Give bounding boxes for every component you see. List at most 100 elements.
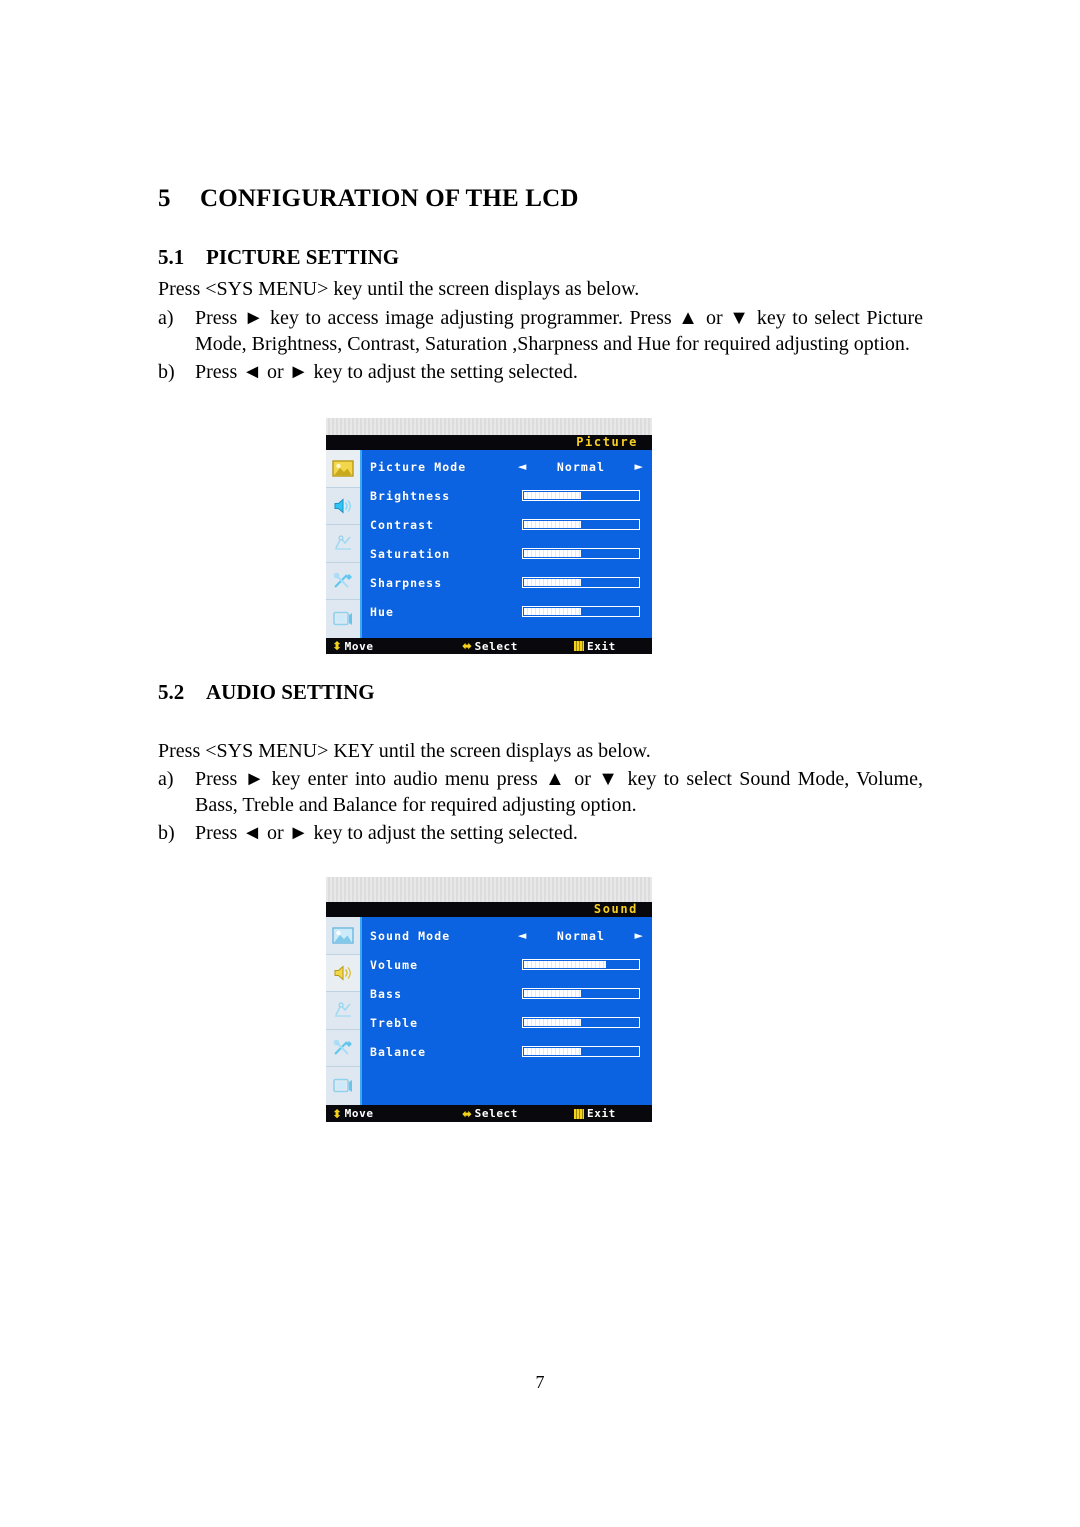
osd-slider-fill (524, 1048, 581, 1055)
osd-body: Sound Mode ◄ Normal ► Volume Bass Treble… (326, 917, 652, 1105)
osd-footer-hints: ⬍ Move ⬌ Select Exit (326, 1105, 652, 1122)
step-item: b) Press ◄ or ► key to adjust the settin… (158, 820, 923, 846)
left-arrow-icon[interactable]: ◄ (518, 461, 528, 472)
rail-item-function[interactable] (326, 525, 360, 563)
chapter-title: CONFIGURATION OF THE LCD (200, 185, 579, 212)
osd-slider-fill (524, 550, 581, 557)
hint-exit-label: Exit (587, 639, 616, 653)
hint-select-label: Select (474, 1107, 518, 1120)
osd-slider-fill (524, 990, 581, 997)
osd-icon-rail (326, 917, 362, 1105)
osd-footer-hints: ⬍ Move ⬌ Select Exit (326, 638, 652, 654)
osd-slider[interactable] (522, 548, 640, 559)
step-item: a) Press ► key enter into audio menu pre… (158, 766, 923, 818)
osd-slider[interactable] (522, 959, 640, 970)
osd-slider-fill (524, 608, 581, 615)
rail-item-display[interactable] (326, 1067, 360, 1105)
rail-item-picture[interactable] (326, 917, 360, 955)
osd-value-text: Normal (556, 928, 605, 943)
osd-row-contrast[interactable]: Contrast (370, 512, 644, 537)
menu-key-icon (574, 1108, 584, 1119)
osd-slider-fill (524, 579, 581, 586)
osd-row-label: Balance (370, 1044, 427, 1059)
osd-screenshot-sound: Sound Sound Mode ◄ Normal ► Volume Bass … (326, 877, 652, 1122)
osd-row-label: Picture Mode (370, 459, 467, 474)
section-heading-picture: 5.1 PICTURE SETTING (158, 245, 923, 270)
page-number: 7 (535, 1372, 545, 1392)
hint-select-label: Select (474, 639, 518, 653)
rail-item-sound[interactable] (326, 954, 360, 993)
osd-row-volume[interactable]: Volume (370, 952, 644, 977)
osd-slider[interactable] (522, 490, 640, 501)
osd-slider[interactable] (522, 606, 640, 617)
sound-icon (332, 964, 354, 982)
osd-row-label: Sharpness (370, 575, 443, 590)
osd-slider-fill (524, 521, 581, 528)
hint-exit[interactable]: Exit (574, 1107, 616, 1120)
leftright-arrow-icon: ⬌ (462, 639, 473, 653)
osd-row-label: Brightness (370, 488, 451, 503)
hint-exit-label: Exit (587, 1107, 616, 1120)
function-icon (332, 534, 354, 552)
osd-row-value[interactable]: ◄ Normal ► (518, 460, 644, 474)
osd-rows: Sound Mode ◄ Normal ► Volume Bass Treble… (362, 917, 652, 1105)
osd-row-label: Hue (370, 604, 395, 619)
osd-rows: Picture Mode ◄ Normal ► Brightness Contr… (362, 450, 652, 638)
osd-row-label: Contrast (370, 517, 435, 532)
hint-exit[interactable]: Exit (574, 640, 616, 653)
hint-select[interactable]: ⬌ Select (462, 640, 518, 653)
hint-move[interactable]: ⬍ Move (332, 1107, 374, 1120)
steps-list-picture: a) Press ► key to access image adjusting… (158, 305, 923, 385)
step-item: b) Press ◄ or ► key to adjust the settin… (158, 359, 923, 385)
rail-item-sound[interactable] (326, 488, 360, 526)
hint-select[interactable]: ⬌ Select (462, 1107, 518, 1120)
step-text: Press ► key enter into audio menu press … (195, 768, 923, 817)
osd-row-brightness[interactable]: Brightness (370, 483, 644, 508)
osd-row-hue[interactable]: Hue (370, 599, 644, 624)
rail-item-tools[interactable] (326, 1030, 360, 1068)
rail-item-picture[interactable] (326, 450, 360, 488)
osd-title-bar: Picture (326, 435, 652, 450)
osd-slider[interactable] (522, 988, 640, 999)
chapter-heading: 5 CONFIGURATION OF THE LCD (158, 185, 923, 213)
osd-row-sharpness[interactable]: Sharpness (370, 570, 644, 595)
right-arrow-icon[interactable]: ► (634, 930, 644, 941)
hint-move-label: Move (344, 639, 374, 653)
leftright-arrow-icon: ⬌ (462, 1106, 473, 1121)
osd-slider-fill (524, 1019, 581, 1026)
osd-row-bass[interactable]: Bass (370, 981, 644, 1006)
step-marker: a) (158, 768, 174, 791)
function-icon (332, 1001, 354, 1019)
osd-slider[interactable] (522, 1046, 640, 1057)
step-text: Press ◄ or ► key to adjust the setting s… (195, 360, 578, 383)
left-arrow-icon[interactable]: ◄ (518, 930, 528, 941)
osd-row-label: Volume (370, 957, 419, 972)
osd-row-value[interactable]: ◄ Normal ► (518, 929, 644, 943)
section-heading-audio: 5.2 AUDIO SETTING (158, 680, 923, 705)
right-arrow-icon[interactable]: ► (634, 461, 644, 472)
osd-photo-noise-strip (326, 418, 652, 435)
osd-row-sound-mode[interactable]: Sound Mode ◄ Normal ► (370, 923, 644, 948)
hint-move[interactable]: ⬍ Move (332, 640, 374, 653)
osd-row-saturation[interactable]: Saturation (370, 541, 644, 566)
osd-slider[interactable] (522, 577, 640, 588)
rail-item-function[interactable] (326, 992, 360, 1030)
display-icon (332, 610, 354, 628)
osd-slider[interactable] (522, 1017, 640, 1028)
osd-slider[interactable] (522, 519, 640, 530)
section-number: 5.2 (158, 679, 185, 704)
osd-row-picture-mode[interactable]: Picture Mode ◄ Normal ► (370, 454, 644, 479)
osd-photo-noise-strip (326, 877, 652, 902)
rail-item-tools[interactable] (326, 563, 360, 601)
osd-row-treble[interactable]: Treble (370, 1010, 644, 1035)
section-title: AUDIO SETTING (206, 679, 375, 704)
osd-row-balance[interactable]: Balance (370, 1039, 644, 1064)
step-marker: b) (158, 822, 175, 845)
osd-row-label: Treble (370, 1015, 419, 1030)
osd-body: Picture Mode ◄ Normal ► Brightness Contr… (326, 450, 652, 638)
chapter-number: 5 (158, 185, 171, 212)
updown-arrow-icon: ⬍ (332, 1106, 343, 1121)
rail-item-display[interactable] (326, 600, 360, 638)
step-text: Press ► key to access image adjusting pr… (195, 306, 923, 355)
osd-row-label: Sound Mode (370, 928, 451, 943)
